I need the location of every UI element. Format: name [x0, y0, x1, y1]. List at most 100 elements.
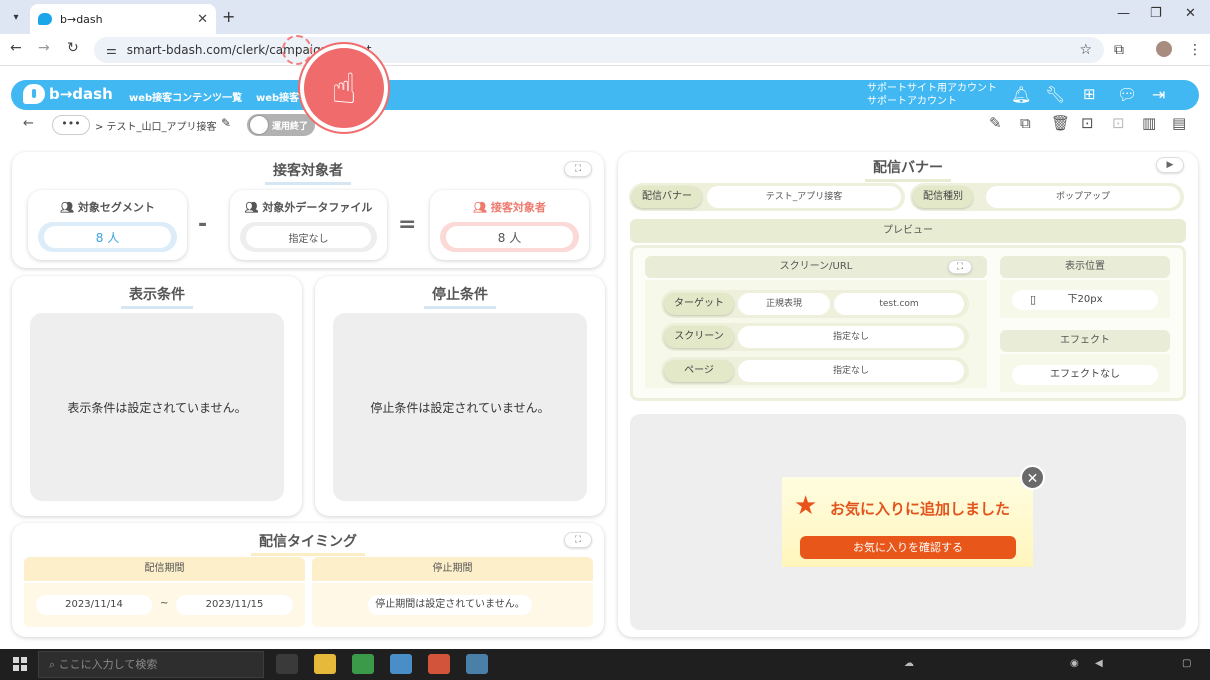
download-icon[interactable]: ⊡	[1112, 114, 1125, 132]
effect-value: エフェクトなし	[1012, 365, 1158, 385]
segment-box: 👥︎ 対象セグメント 8 人	[28, 190, 187, 260]
breadcrumb: ← ••• > テスト_山口_アプリ接客 ✎ 運用終了 ✎ ⧉ 🗑︎ ⊡ ⊡ ▥…	[11, 112, 1199, 138]
position-value-pill: ▯ 下20px	[1012, 290, 1158, 310]
pointing-hand-icon: ☝	[300, 44, 388, 132]
tab-title: b→dash	[60, 12, 103, 26]
apps-grid-icon[interactable]: ⊞	[1083, 85, 1096, 103]
people-icon: 👥︎	[60, 201, 75, 214]
nav-web-contents[interactable]: web接客コンテンツ一覧	[129, 89, 242, 104]
bdash-logo[interactable]: b→dash	[23, 84, 113, 104]
screen-url-header: スクリーン/URL	[645, 256, 987, 278]
banner-label: 配信バナー	[632, 186, 702, 208]
browser-menu-icon[interactable]: ⋮	[1188, 42, 1202, 58]
stop-condition-title: 停止条件	[315, 284, 605, 309]
extensions-icon[interactable]: ⧉	[1114, 42, 1124, 58]
segment-pill[interactable]: 8 人	[38, 222, 177, 252]
breadcrumb-more-button[interactable]: •••	[52, 115, 90, 135]
copy-icon[interactable]: ⧉	[1020, 114, 1031, 132]
result-box: 👥︎ 接客対象者 8 人	[430, 190, 589, 260]
chart-icon[interactable]: ▥	[1142, 114, 1156, 132]
window-close-icon[interactable]: ✕	[1185, 6, 1196, 21]
target-value: test.com	[834, 293, 964, 315]
nav-web-service[interactable]: web接客	[256, 89, 299, 104]
document-icon[interactable]: ▤	[1172, 114, 1186, 132]
back-icon[interactable]: ←	[23, 116, 34, 131]
popup-banner-preview[interactable]: ★ お気に入りに追加しました お気に入りを確認する	[782, 477, 1033, 567]
breadcrumb-current: > テスト_山口_アプリ接客	[95, 122, 217, 133]
popup-cta-button[interactable]: お気に入りを確認する	[800, 536, 1016, 559]
browser-tab[interactable]: b→dash ✕	[30, 4, 216, 34]
taskbar-search[interactable]: ⌕ ここに入力して検索	[38, 651, 264, 678]
forward-arrow-icon[interactable]: →	[38, 40, 50, 56]
chat-help-icon[interactable]: 💬︎	[1117, 85, 1137, 104]
account-sub: サポートアカウント	[867, 96, 957, 107]
address-bar[interactable]: ⚌ smart-bdash.com/clerk/campaign/77/det …	[94, 37, 1104, 63]
weather-icon[interactable]: ☁	[904, 658, 914, 669]
restore-icon[interactable]: ❐	[1150, 6, 1162, 21]
account-info[interactable]: サポートサイト用アカウント サポートアカウント	[867, 82, 997, 108]
app-icon[interactable]	[390, 654, 412, 674]
page-label: ページ	[664, 360, 734, 382]
network-icon[interactable]: ◉	[1070, 658, 1079, 669]
period-header: 配信期間	[24, 557, 305, 581]
back-arrow-icon[interactable]: ←	[10, 40, 22, 56]
minus-operator: -	[198, 212, 208, 237]
play-icon[interactable]: ▶	[1156, 157, 1184, 173]
expand-icon[interactable]: ⛶	[564, 161, 592, 177]
bdash-logo-mark-icon	[23, 84, 45, 104]
end-date: 2023/11/15	[176, 595, 293, 615]
new-tab-button[interactable]: +	[222, 7, 235, 26]
bookmark-star-icon[interactable]: ☆	[1079, 42, 1092, 58]
click-target-indicator	[282, 35, 312, 65]
stop-condition-empty: 停止条件は設定されていません。	[333, 313, 587, 501]
logo-text: b→dash	[49, 85, 113, 103]
toggle-label: 運用終了	[272, 122, 309, 132]
start-date: 2023/11/14	[36, 595, 152, 615]
result-pill[interactable]: 8 人	[440, 222, 579, 252]
tab-close-icon[interactable]: ✕	[197, 12, 208, 27]
people-icon: 👥︎	[473, 201, 488, 214]
archive-icon[interactable]: ⊡	[1081, 114, 1094, 132]
minimize-icon[interactable]: —	[1117, 6, 1130, 21]
notification-icon[interactable]: ▢	[1182, 658, 1191, 669]
timing-title: 配信タイミング	[12, 531, 604, 556]
result-label: 👥︎ 接客対象者	[473, 201, 546, 214]
wrench-icon[interactable]: 🔧︎	[1045, 85, 1065, 104]
preview-header: プレビュー	[630, 219, 1186, 243]
expand-icon[interactable]: ⛶	[564, 532, 592, 548]
task-view-icon[interactable]	[276, 654, 298, 674]
display-condition-empty: 表示条件は設定されていません。	[30, 313, 284, 501]
people-icon: 👥︎	[244, 201, 259, 214]
edit-name-icon[interactable]: ✎	[221, 116, 231, 130]
volume-icon[interactable]: ◀	[1095, 658, 1103, 669]
screen-row: スクリーン 指定なし	[661, 323, 969, 351]
site-info-icon[interactable]: ⚌	[106, 43, 117, 57]
stop-period-value: 停止期間は設定されていません。	[368, 595, 532, 615]
app-icon[interactable]	[466, 654, 488, 674]
type-label: 配信種別	[913, 186, 973, 208]
popup-close-icon[interactable]: ✕	[1020, 465, 1045, 490]
bell-icon[interactable]: 🔔︎	[1011, 85, 1031, 104]
trash-icon[interactable]: 🗑︎	[1051, 114, 1070, 132]
expand-icon[interactable]: ⛶	[948, 260, 972, 274]
file-explorer-icon[interactable]	[314, 654, 336, 674]
screen-label: スクリーン	[664, 326, 734, 348]
chrome-icon[interactable]	[352, 654, 374, 674]
reload-icon[interactable]: ↻	[67, 40, 79, 56]
search-icon: ⌕	[49, 658, 59, 671]
tab-list-chevron-icon[interactable]: ▾	[6, 7, 26, 27]
exclude-pill[interactable]: 指定なし	[240, 222, 377, 252]
profile-avatar[interactable]	[1156, 41, 1172, 57]
app-header: b→dash web接客コンテンツ一覧 web接客 サポートサイト用アカウント …	[11, 80, 1199, 110]
app-icon[interactable]	[428, 654, 450, 674]
result-count: 8 人	[446, 226, 573, 248]
edit-icon[interactable]: ✎	[989, 114, 1002, 132]
windows-start-icon[interactable]	[13, 657, 27, 671]
banner-value: テスト_アプリ接客	[707, 186, 901, 208]
smartphone-icon: ▯	[1030, 293, 1037, 306]
operation-toggle[interactable]: 運用終了	[247, 114, 315, 136]
exclude-value: 指定なし	[246, 226, 371, 248]
exclude-box: 👥︎ 対象外データファイル 指定なし	[230, 190, 387, 260]
account-name: サポートサイト用アカウント	[867, 83, 997, 94]
logout-icon[interactable]: ⇥	[1152, 85, 1165, 104]
